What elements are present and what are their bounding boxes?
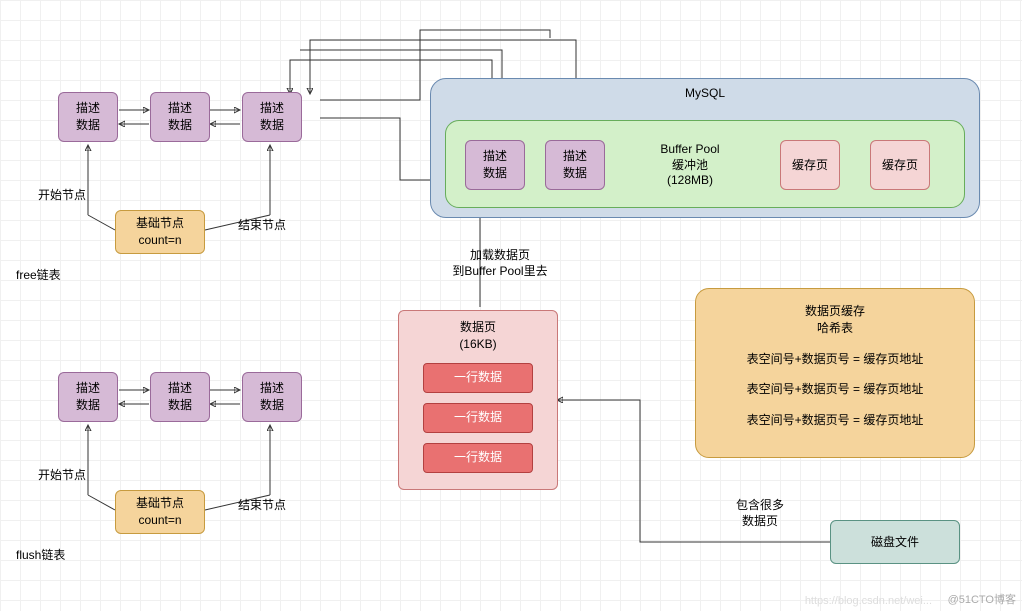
base-node-label: 基础节点count=n: [136, 215, 184, 249]
start-node-label-2: 开始节点: [38, 468, 86, 484]
flush-base-node: 基础节点count=n: [115, 490, 205, 534]
disk-label: 磁盘文件: [871, 534, 919, 551]
cache-page-2: 缓存页: [870, 140, 930, 190]
disk-file: 磁盘文件: [830, 520, 960, 564]
cache-page-1: 缓存页: [780, 140, 840, 190]
end-node-label-2: 结束节点: [238, 498, 286, 514]
start-node-label: 开始节点: [38, 188, 86, 204]
end-node-label: 结束节点: [238, 218, 286, 234]
free-base-node: 基础节点count=n: [115, 210, 205, 254]
free-desc-box-2: 描述数据: [150, 92, 210, 142]
watermark-51cto: @51CTO博客: [948, 591, 1016, 607]
hash-entry-3: 表空间号+数据页号 = 缓存页地址: [747, 412, 924, 429]
buffer-pool-label: Buffer Pool缓冲池(128MB): [640, 142, 740, 189]
desc-label: 描述数据: [76, 380, 100, 414]
watermark-csdn: https://blog.csdn.net/wei...: [805, 595, 932, 607]
mysql-title: MySQL: [685, 85, 725, 102]
buffer-desc-2: 描述数据: [545, 140, 605, 190]
desc-label: 描述数据: [483, 148, 507, 182]
base-node-label: 基础节点count=n: [136, 495, 184, 529]
data-page: 数据页(16KB) 一行数据 一行数据 一行数据: [398, 310, 558, 490]
desc-label: 描述数据: [260, 100, 284, 134]
buffer-desc-1: 描述数据: [465, 140, 525, 190]
contains-label: 包含很多数据页: [720, 498, 800, 529]
cache-label: 缓存页: [882, 157, 918, 174]
flush-desc-box-3: 描述数据: [242, 372, 302, 422]
hash-title: 数据页缓存哈希表: [805, 303, 865, 337]
desc-label: 描述数据: [260, 380, 284, 414]
hash-entry-2: 表空间号+数据页号 = 缓存页地址: [747, 381, 924, 398]
desc-label: 描述数据: [168, 380, 192, 414]
cache-label: 缓存页: [792, 157, 828, 174]
flush-desc-box-2: 描述数据: [150, 372, 210, 422]
hash-table: 数据页缓存哈希表 表空间号+数据页号 = 缓存页地址 表空间号+数据页号 = 缓…: [695, 288, 975, 458]
data-page-title: 数据页(16KB): [459, 319, 496, 353]
free-desc-box-3: 描述数据: [242, 92, 302, 142]
flush-desc-box-1: 描述数据: [58, 372, 118, 422]
load-page-label: 加载数据页到Buffer Pool里去: [440, 248, 560, 279]
data-row-3: 一行数据: [423, 443, 533, 473]
desc-label: 描述数据: [76, 100, 100, 134]
data-row-1: 一行数据: [423, 363, 533, 393]
desc-label: 描述数据: [168, 100, 192, 134]
flush-list-label: flush链表: [16, 548, 65, 564]
hash-entry-1: 表空间号+数据页号 = 缓存页地址: [747, 351, 924, 368]
data-row-2: 一行数据: [423, 403, 533, 433]
desc-label: 描述数据: [563, 148, 587, 182]
free-desc-box-1: 描述数据: [58, 92, 118, 142]
free-list-label: free链表: [16, 268, 61, 284]
